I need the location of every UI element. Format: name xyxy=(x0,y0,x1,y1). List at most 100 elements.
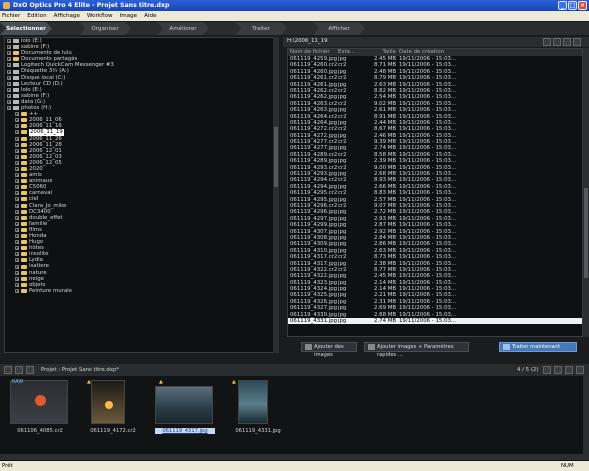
expand-icon[interactable]: + xyxy=(15,246,19,251)
close-button[interactable]: × xyxy=(578,1,587,10)
thumbnail-view-icon[interactable] xyxy=(563,38,571,46)
tab-organiser[interactable]: Organiser xyxy=(79,22,131,35)
expand-icon[interactable]: + xyxy=(15,130,19,135)
expand-icon[interactable]: + xyxy=(7,51,11,56)
col-size[interactable]: Taille xyxy=(374,49,399,56)
project-save-icon[interactable] xyxy=(15,366,23,374)
project-grid-view-icon[interactable] xyxy=(565,366,573,374)
list-view-icon[interactable] xyxy=(543,38,551,46)
expand-icon[interactable]: + xyxy=(15,173,19,178)
expand-icon[interactable]: + xyxy=(15,167,19,172)
process-now-button[interactable]: Traiter maintenant xyxy=(499,342,577,352)
tab-traiter[interactable]: Traiter xyxy=(235,22,287,35)
menu-image[interactable]: Image xyxy=(120,13,138,19)
expand-icon[interactable]: + xyxy=(15,185,19,190)
expand-icon[interactable]: + xyxy=(7,75,11,80)
expand-icon[interactable]: + xyxy=(7,93,11,98)
col-filename[interactable]: Nom de fichier xyxy=(288,49,338,56)
expand-icon[interactable]: + xyxy=(15,227,19,232)
file-row[interactable]: 061119_4331.jpg jpg 2.74 MB 19/11/2006 - 15… xyxy=(288,318,582,325)
expand-icon[interactable]: + xyxy=(15,215,19,220)
thumbnail-image[interactable] xyxy=(238,380,268,424)
expand-icon[interactable]: + xyxy=(15,203,19,208)
project-list-view-icon[interactable] xyxy=(543,366,551,374)
expand-icon[interactable]: + xyxy=(15,191,19,196)
filmstrip-scrollbar[interactable] xyxy=(583,376,589,454)
project-open-icon[interactable] xyxy=(4,366,12,374)
col-extension[interactable]: Exte... xyxy=(338,49,374,56)
details-view-icon[interactable] xyxy=(553,38,561,46)
add-images-button[interactable]: Ajouter des images xyxy=(301,342,357,358)
window-title: DxO Optics Pro 4 Elite - Projet Sans tit… xyxy=(13,2,170,9)
tree-item[interactable]: + Peinture murale xyxy=(5,288,274,294)
folder-icon xyxy=(21,276,27,281)
thumbnail-image[interactable] xyxy=(10,380,68,424)
thumbnail-image[interactable] xyxy=(91,380,125,424)
add-images-params-button[interactable]: Ajouter images + Paramètres rapides ... xyxy=(364,342,469,358)
tab-afficher[interactable]: Afficher xyxy=(313,22,365,35)
thumbnail-card[interactable]: ▲ 061119_4331.jpg xyxy=(228,379,281,452)
menu-workflow[interactable]: Workflow xyxy=(87,13,113,19)
file-list-scrollbar[interactable] xyxy=(583,48,589,337)
tab-selectionner[interactable]: Sélectionner xyxy=(0,22,52,35)
folder-icon xyxy=(21,282,27,287)
tab-ameliorer[interactable]: Améliorer xyxy=(157,22,209,35)
warning-icon: ▲ xyxy=(87,379,91,385)
expand-icon[interactable]: + xyxy=(7,106,11,111)
expand-icon[interactable]: + xyxy=(15,124,19,129)
thumbnail-card[interactable]: ▲ 061119_4317.jpg xyxy=(155,379,215,452)
expand-icon[interactable]: + xyxy=(15,264,19,269)
expand-icon[interactable]: + xyxy=(15,288,19,293)
expand-icon[interactable]: + xyxy=(15,252,19,257)
folder-icon xyxy=(21,234,27,239)
expand-icon[interactable]: + xyxy=(7,57,11,62)
expand-icon[interactable]: + xyxy=(15,136,19,141)
file-cell: jpg xyxy=(338,318,347,325)
expand-icon[interactable]: + xyxy=(15,142,19,147)
menu-edition[interactable]: Edition xyxy=(27,13,46,19)
maximize-button[interactable]: □ xyxy=(568,1,577,10)
expand-icon[interactable]: + xyxy=(7,45,11,50)
expand-icon[interactable]: + xyxy=(15,197,19,202)
expand-icon[interactable]: + xyxy=(7,99,11,104)
minimize-button[interactable]: _ xyxy=(558,1,567,10)
folder-icon xyxy=(21,227,27,232)
expand-icon[interactable]: + xyxy=(15,240,19,245)
expand-icon[interactable]: + xyxy=(15,258,19,263)
expand-icon[interactable]: + xyxy=(7,81,11,86)
expand-icon[interactable]: + xyxy=(15,148,19,153)
drive-icon xyxy=(13,87,19,92)
expand-icon[interactable]: + xyxy=(7,69,11,74)
menu-fichier[interactable]: Fichier xyxy=(2,13,20,19)
folder-icon xyxy=(21,142,27,147)
expand-icon[interactable]: + xyxy=(7,39,11,44)
expand-icon[interactable]: + xyxy=(15,282,19,287)
tree-scrollbar[interactable] xyxy=(273,37,279,353)
col-date[interactable]: Date de création xyxy=(399,49,461,56)
expand-icon[interactable]: + xyxy=(15,221,19,226)
folder-icon xyxy=(21,167,27,172)
expand-icon[interactable]: + xyxy=(15,154,19,159)
expand-icon[interactable]: + xyxy=(15,160,19,165)
expand-icon[interactable]: + xyxy=(7,87,11,92)
preview-view-icon[interactable] xyxy=(573,38,581,46)
expand-icon[interactable]: + xyxy=(15,118,19,123)
menu-affichage[interactable]: Affichage xyxy=(54,13,80,19)
expand-icon[interactable]: + xyxy=(15,112,19,117)
menu-aide[interactable]: Aide xyxy=(144,13,156,19)
expand-icon[interactable]: + xyxy=(15,234,19,239)
expand-icon[interactable]: + xyxy=(15,270,19,275)
thumbnail-card[interactable]: RAW 061106_4085.cr2 xyxy=(10,379,70,452)
expand-icon[interactable]: + xyxy=(15,179,19,184)
filmstrip-hscroll[interactable] xyxy=(0,454,589,460)
project-preview-view-icon[interactable] xyxy=(576,366,584,374)
thumbnail-image[interactable] xyxy=(155,386,213,424)
file-cell: 061119_4331.jpg xyxy=(290,318,338,325)
thumbnail-card[interactable]: ▲ 061119_4172.cr2 xyxy=(83,379,136,452)
expand-icon[interactable]: + xyxy=(15,276,19,281)
project-remove-icon[interactable] xyxy=(26,366,34,374)
expand-icon[interactable]: + xyxy=(7,63,11,68)
folder-path: H:\2006_11_19 xyxy=(287,38,328,44)
expand-icon[interactable]: + xyxy=(15,209,19,214)
project-thumb-view-icon[interactable] xyxy=(554,366,562,374)
